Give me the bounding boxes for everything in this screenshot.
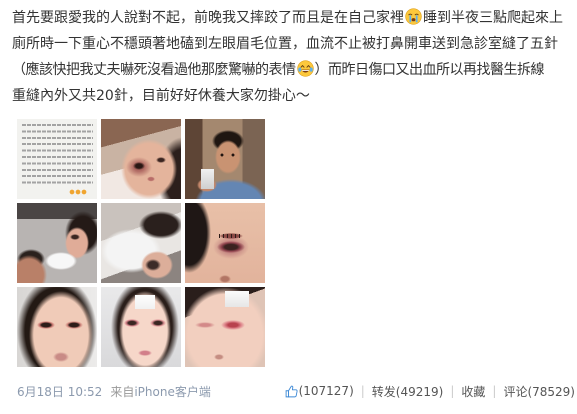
photo-thumbnail-7[interactable] xyxy=(17,287,97,367)
photo-thumbnail-4[interactable] xyxy=(17,203,97,283)
photo-grid xyxy=(17,119,265,367)
post-date-link[interactable]: 6月18日 10:52 xyxy=(17,383,102,400)
thumbs-up-icon xyxy=(285,385,298,398)
post-text-segment: （應該快把我丈夫嚇死沒看過他那麼驚嚇的表情 xyxy=(12,62,296,78)
action-separator: | xyxy=(360,384,365,398)
photo-thumbnail-5[interactable] xyxy=(101,203,181,283)
photo-thumbnail-2[interactable] xyxy=(101,119,181,199)
post-actions: (107127) | 转发(49219) | 收藏 | 评论(78529) xyxy=(285,383,575,400)
post-text-line: 廁所時一下重心不穩頭著地磕到左眼眉毛位置，血流不止被打鼻開車送到急診室縫了五針 xyxy=(12,31,575,57)
post-text: 首先要跟愛我的人說對不起，前晚我又摔跤了而且是在自己家裡 睡到半夜三點爬起來上 … xyxy=(12,5,575,109)
post-footer: 6月18日 10:52 来自 iPhone客户端 (107127) | 转发(4… xyxy=(17,382,575,400)
tears-of-joy-icon xyxy=(296,60,314,77)
post-text-segment: 重縫內外又共20針，目前好好休養大家勿掛心～ xyxy=(12,88,310,104)
photo-thumbnail-6[interactable] xyxy=(185,203,265,283)
post-text-line: （應該快把我丈夫嚇死沒看過他那麼驚嚇的表情 ）而昨日傷口又出血所以再找醫生拆線 xyxy=(12,57,575,83)
action-separator: | xyxy=(450,384,455,398)
source-link[interactable]: iPhone客户端 xyxy=(134,383,211,400)
post-text-segment: 廁所時一下重心不穩頭著地磕到左眼眉毛位置，血流不止被打鼻開車送到急診室縫了五針 xyxy=(12,36,558,52)
post-text-segment: 睡到半夜三點爬起來上 xyxy=(423,10,563,26)
action-separator: | xyxy=(492,384,497,398)
source-prefix: 来自 xyxy=(110,384,135,399)
comment-button[interactable]: 评论(78529) xyxy=(503,383,575,400)
repost-button[interactable]: 转发(49219) xyxy=(372,383,444,400)
post-meta: 6月18日 10:52 来自 iPhone客户端 xyxy=(17,383,211,400)
photo-thumbnail-1[interactable] xyxy=(17,119,97,199)
post-text-line: 首先要跟愛我的人說對不起，前晚我又摔跤了而且是在自己家裡 睡到半夜三點爬起來上 xyxy=(12,5,575,31)
photo-thumbnail-3[interactable] xyxy=(185,119,265,199)
post-text-line: 重縫內外又共20針，目前好好休養大家勿掛心～ xyxy=(12,83,575,109)
post-text-segment: 首先要跟愛我的人說對不起，前晚我又摔跤了而且是在自己家裡 xyxy=(12,10,404,26)
crying-face-icon xyxy=(405,8,422,25)
photo-thumbnail-8[interactable] xyxy=(101,287,181,367)
favorite-button[interactable]: 收藏 xyxy=(461,383,485,400)
like-button[interactable]: (107127) xyxy=(285,384,354,398)
like-count: (107127) xyxy=(298,384,354,398)
post-text-segment: ）而昨日傷口又出血所以再找醫生拆線 xyxy=(314,62,545,78)
photo-thumbnail-9[interactable] xyxy=(185,287,265,367)
